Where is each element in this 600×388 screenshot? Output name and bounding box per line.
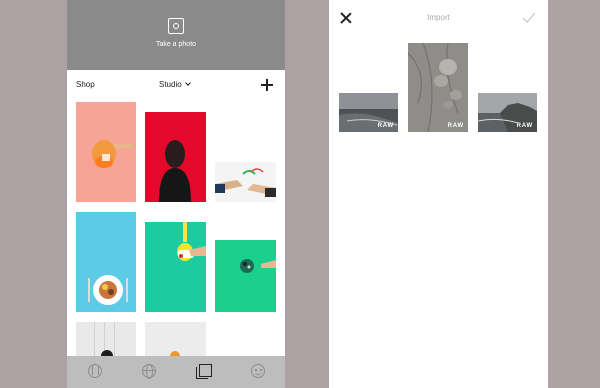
take-photo-button[interactable]: Take a photo	[67, 0, 285, 70]
photo-image	[408, 43, 468, 132]
thumbnail-4[interactable]	[76, 212, 136, 312]
thumbnail-image	[177, 222, 206, 261]
thumbnail-3[interactable]	[215, 162, 276, 202]
raw-badge: RAW	[377, 123, 394, 129]
thumbnail-5[interactable]	[145, 222, 206, 312]
import-title: Import	[427, 13, 450, 22]
thumbnail-image	[88, 275, 128, 305]
bottom-nav	[67, 356, 285, 388]
raw-badge: RAW	[516, 123, 533, 129]
studio-label: Studio	[159, 80, 182, 89]
import-photo-3[interactable]: RAW	[478, 93, 537, 132]
studio-selector[interactable]: Studio	[159, 80, 191, 89]
thumbnail-image	[240, 259, 276, 273]
raw-badge: RAW	[447, 123, 464, 129]
left-screen: Take a photo Shop Studio	[67, 0, 285, 388]
import-photo-2[interactable]: RAW	[408, 43, 468, 132]
thumbnail-1[interactable]	[76, 102, 136, 202]
camera-frame-icon	[168, 18, 184, 34]
checkmark-icon[interactable]	[522, 12, 536, 23]
take-photo-label: Take a photo	[155, 41, 197, 48]
shop-link[interactable]: Shop	[76, 80, 95, 89]
library-icon[interactable]	[196, 364, 212, 379]
right-screen: Import RAW RAW RAW	[329, 0, 548, 388]
chevron-down-icon	[184, 80, 191, 86]
face-icon[interactable]	[251, 364, 265, 378]
globe-icon[interactable]	[142, 364, 156, 379]
thumbnail-6[interactable]	[215, 240, 276, 312]
bars-icon[interactable]	[88, 364, 102, 378]
import-photo-1[interactable]: RAW	[339, 93, 398, 132]
thumbnail-2[interactable]	[145, 112, 206, 202]
thumbnail-image	[92, 140, 134, 168]
thumbnail-image	[159, 140, 191, 202]
plus-icon[interactable]	[261, 79, 273, 91]
library-toolbar: Shop Studio	[67, 70, 285, 100]
thumbnail-image	[215, 168, 276, 197]
